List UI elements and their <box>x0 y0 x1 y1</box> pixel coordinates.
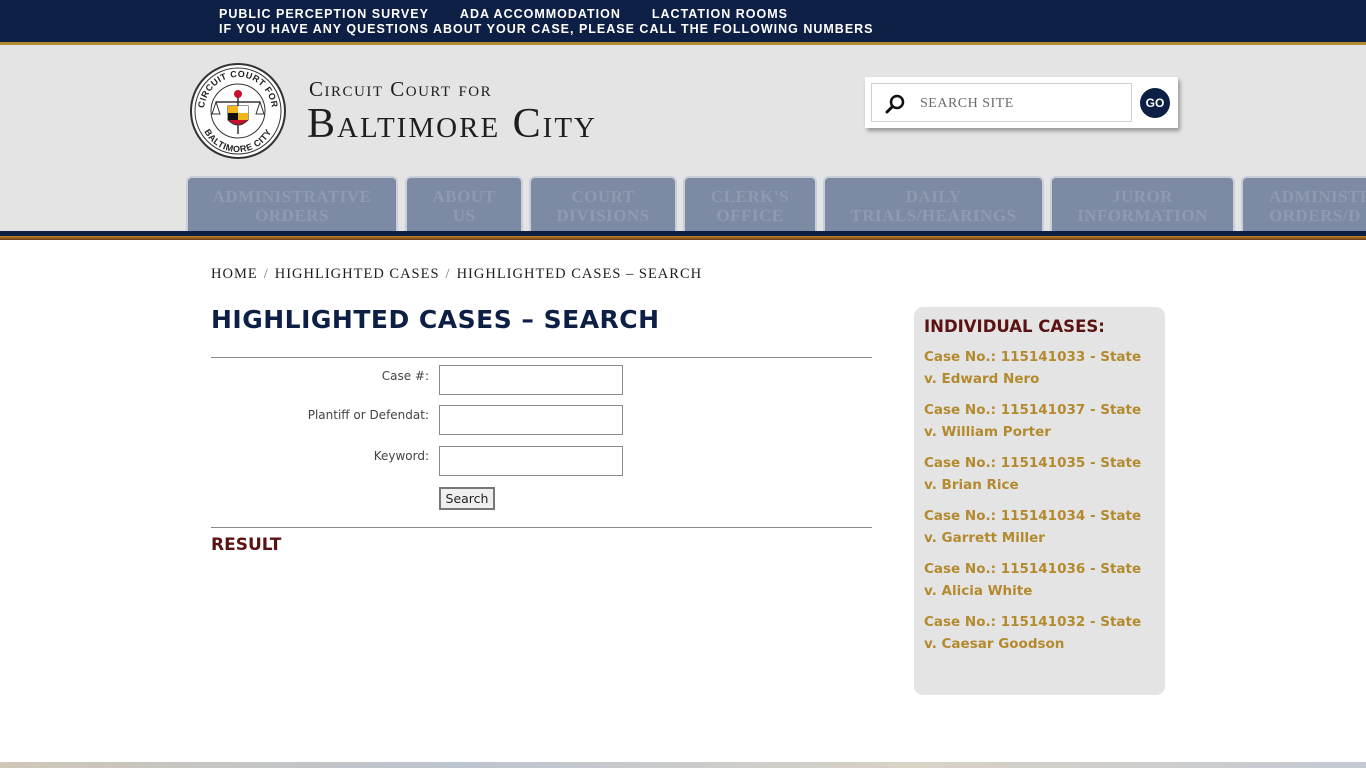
site-search-box: GO <box>865 77 1178 128</box>
result-heading: Result <box>211 535 282 555</box>
footer-image-strip <box>0 762 1366 768</box>
case-link-115141034[interactable]: Case No.: 115141034 - State v. Garrett M… <box>924 506 1149 549</box>
individual-cases-sidebar: Individual Cases: Case No.: 115141033 - … <box>914 307 1165 695</box>
top-link-ada-accommodation[interactable]: ADA Accommodation <box>460 7 621 21</box>
search-button[interactable]: Search <box>439 487 495 510</box>
top-link-public-perception-survey[interactable]: Public Perception Survey <box>219 7 429 21</box>
case-number-label: Case #: <box>381 369 429 383</box>
case-link-115141036[interactable]: Case No.: 115141036 - State v. Alicia Wh… <box>924 559 1149 602</box>
case-number-input[interactable] <box>439 365 623 395</box>
page-title: Highlighted Cases – Search <box>211 305 660 334</box>
nav-tab-about-us[interactable]: About Us <box>405 176 523 231</box>
keyword-input[interactable] <box>439 446 623 476</box>
search-input[interactable] <box>920 94 1120 114</box>
case-link-115141037[interactable]: Case No.: 115141037 - State v. William P… <box>924 400 1149 443</box>
nav-tab-juror-information[interactable]: Juror Information <box>1050 176 1235 231</box>
nav-tab-clerks-office[interactable]: Clerk's Office <box>683 176 817 231</box>
search-icon <box>885 94 905 114</box>
search-go-button[interactable]: GO <box>1140 88 1170 118</box>
nav-tab-court-divisions[interactable]: Court Divisions <box>529 176 677 231</box>
title-divider <box>211 357 872 358</box>
top-questions-note[interactable]: If you have any questions about your cas… <box>219 22 874 36</box>
sidebar-title: Individual Cases: <box>924 317 1105 336</box>
case-link-115141032[interactable]: Case No.: 115141032 - State v. Caesar Go… <box>924 612 1149 655</box>
top-links: Public Perception Survey ADA Accommodati… <box>219 7 788 21</box>
header-gold-band <box>0 236 1366 240</box>
party-label: Plantiff or Defendat: <box>307 408 429 422</box>
top-link-lactation-rooms[interactable]: Lactation Rooms <box>652 7 788 21</box>
breadcrumb-separator: / <box>263 266 269 282</box>
result-divider <box>211 527 872 528</box>
nav-tab-administrative-orders[interactable]: Administrative Orders <box>186 176 398 231</box>
breadcrumb-home[interactable]: Home <box>211 266 258 283</box>
top-utility-bar: Public Perception Survey ADA Accommodati… <box>0 0 1366 42</box>
case-link-115141035[interactable]: Case No.: 115141035 - State v. Brian Ric… <box>924 453 1149 496</box>
site-title-line2[interactable]: Baltimore City <box>307 100 597 148</box>
breadcrumb-separator: / <box>445 266 451 282</box>
search-field-wrapper <box>871 83 1132 122</box>
breadcrumb-highlighted-cases[interactable]: Highlighted Cases <box>275 266 440 283</box>
court-seal-logo[interactable]: CIRCUIT COURT FOR BALTIMORE CITY <box>188 62 288 160</box>
breadcrumb: Home / Highlighted Cases / Highlighted C… <box>211 266 702 283</box>
nav-tab-administrative-orders-2[interactable]: Administrative Orders/D <box>1241 176 1366 231</box>
case-link-115141033[interactable]: Case No.: 115141033 - State v. Edward Ne… <box>924 347 1149 390</box>
keyword-label: Keyword: <box>373 449 429 463</box>
nav-tab-daily-trials-hearings[interactable]: Daily Trials/Hearings <box>823 176 1044 231</box>
site-title-line1[interactable]: Circuit Court for <box>309 77 492 102</box>
party-input[interactable] <box>439 405 623 435</box>
breadcrumb-current: Highlighted Cases – Search <box>456 266 703 282</box>
